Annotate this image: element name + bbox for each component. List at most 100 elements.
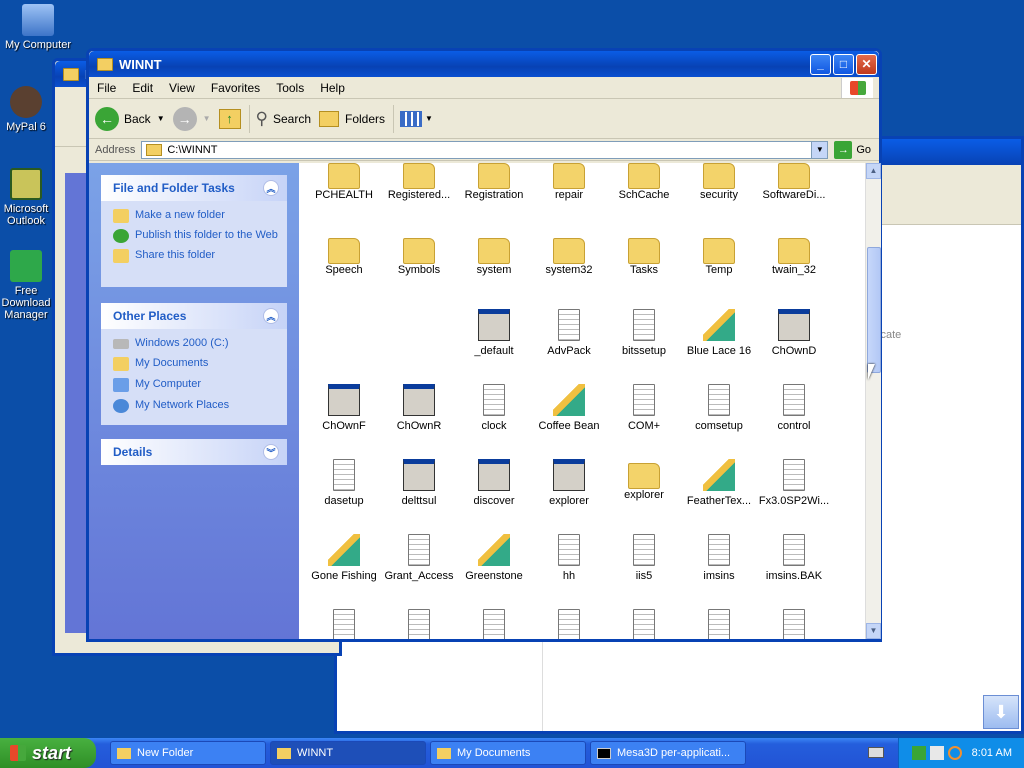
task-mesa3d[interactable]: Mesa3D per-applicati...	[590, 741, 746, 765]
desktop-icon-my-computer[interactable]: My Computer	[0, 4, 76, 51]
tray-app-icon[interactable]	[929, 746, 944, 760]
file-item[interactable]: comsetup	[677, 384, 761, 432]
file-item[interactable]: _default	[452, 309, 536, 357]
file-item[interactable]: FeatherTex...	[677, 459, 761, 507]
start-button[interactable]: start	[0, 738, 96, 768]
file-item[interactable]: Coffee Bean	[527, 384, 611, 432]
windows-2000-drive-link[interactable]: Windows 2000 (C:)	[113, 337, 287, 350]
folder-item[interactable]: system	[452, 234, 536, 276]
details-header[interactable]: Details ︾	[101, 439, 287, 465]
scroll-down-button[interactable]: ▼	[866, 623, 881, 639]
make-new-folder-link[interactable]: Make a new folder	[113, 209, 287, 223]
file-item[interactable]: ChOwnD	[752, 309, 836, 357]
other-places-header[interactable]: Other Places ︽	[101, 303, 287, 329]
address-input[interactable]: C:\WINNT ▼	[141, 140, 829, 159]
desktop-icon-fdm[interactable]: Free Download Manager	[0, 250, 52, 321]
minimize-button[interactable]: _	[810, 53, 831, 75]
scroll-thumb[interactable]	[867, 247, 881, 373]
close-button[interactable]: ✕	[856, 53, 877, 75]
folder-item[interactable]: system32	[527, 234, 611, 276]
file-item[interactable]: discover	[452, 459, 536, 507]
address-dropdown-button[interactable]: ▼	[811, 141, 828, 158]
menu-view[interactable]: View	[161, 81, 203, 95]
desktop-icon-outlook[interactable]: Microsoft Outlook	[0, 168, 52, 227]
scroll-up-button[interactable]: ▲	[866, 163, 881, 179]
file-item[interactable]	[302, 609, 386, 639]
folder-item[interactable]: Registered...	[377, 163, 461, 201]
file-item[interactable]: ChOwnR	[377, 384, 461, 432]
window-titlebar[interactable]: WINNT _ □ ✕	[89, 51, 879, 77]
folder-item[interactable]: Speech	[302, 234, 386, 276]
desktop-icon-mypal[interactable]: MyPal 6	[0, 86, 52, 133]
file-item[interactable]: Fx3.0SP2Wi...	[752, 459, 836, 507]
file-item[interactable]: Grant_Access	[377, 534, 461, 582]
file-item[interactable]: control	[752, 384, 836, 432]
folder-item[interactable]: twain_32	[752, 234, 836, 276]
collapse-icon[interactable]: ︽	[263, 308, 279, 324]
menu-tools[interactable]: Tools	[268, 81, 312, 95]
file-item[interactable]	[677, 609, 761, 639]
folder-item[interactable]: Tasks	[602, 234, 686, 276]
file-item[interactable]	[527, 609, 611, 639]
file-item[interactable]: clock	[452, 384, 536, 432]
my-network-places-link[interactable]: My Network Places	[113, 399, 287, 413]
file-item[interactable]: Blue Lace 16	[677, 309, 761, 357]
menu-favorites[interactable]: Favorites	[203, 81, 268, 95]
file-item[interactable]: bitssetup	[602, 309, 686, 357]
share-folder-link[interactable]: Share this folder	[113, 249, 287, 263]
forward-button[interactable]: → ▼	[172, 106, 211, 131]
file-item[interactable]	[452, 609, 536, 639]
file-item[interactable]: iis5	[602, 534, 686, 582]
task-new-folder[interactable]: New Folder	[110, 741, 266, 765]
file-item[interactable]: hh	[527, 534, 611, 582]
file-item[interactable]: Gone Fishing	[302, 534, 386, 582]
folder-item[interactable]: Registration	[452, 163, 536, 201]
vertical-scrollbar[interactable]: ▲ ▼	[865, 163, 881, 639]
views-button[interactable]: ▼	[400, 110, 433, 127]
my-computer-link[interactable]: My Computer	[113, 378, 287, 392]
file-item[interactable]: Greenstone	[452, 534, 536, 582]
file-item[interactable]: imsins	[677, 534, 761, 582]
up-folder-button[interactable]: ↑	[218, 108, 241, 129]
folder-item[interactable]: Symbols	[377, 234, 461, 276]
my-documents-link[interactable]: My Documents	[113, 357, 287, 371]
file-folder-tasks-header[interactable]: File and Folder Tasks ︽	[101, 175, 287, 201]
collapse-icon[interactable]: ︽	[263, 180, 279, 196]
publish-to-web-link[interactable]: Publish this folder to the Web	[113, 229, 287, 243]
folder-item[interactable]: explorer	[602, 459, 686, 501]
go-button[interactable]: → Go	[834, 140, 871, 159]
folder-item[interactable]: SoftwareDi...	[752, 163, 836, 201]
file-item[interactable]	[377, 609, 461, 639]
keyboard-icon[interactable]	[868, 747, 884, 758]
folder-item[interactable]: SchCache	[602, 163, 686, 201]
back-button[interactable]: ← Back ▼	[95, 106, 165, 131]
menu-help[interactable]: Help	[312, 81, 353, 95]
file-item[interactable]: explorer	[527, 459, 611, 507]
tray-app-icon[interactable]	[911, 746, 926, 760]
task-winnt[interactable]: WINNT	[270, 741, 426, 765]
folder-item[interactable]: Temp	[677, 234, 761, 276]
task-my-documents[interactable]: My Documents	[430, 741, 586, 765]
clock[interactable]: 8:01 AM	[972, 747, 1012, 759]
file-item[interactable]: imsins.BAK	[752, 534, 836, 582]
menu-file[interactable]: File	[89, 81, 124, 95]
tray-search-icon[interactable]	[947, 746, 962, 760]
file-item[interactable]: dasetup	[302, 459, 386, 507]
maximize-button[interactable]: □	[833, 53, 854, 75]
file-item[interactable]	[602, 609, 686, 639]
file-item[interactable]: ChOwnF	[302, 384, 386, 432]
file-item[interactable]: AdvPack	[527, 309, 611, 357]
search-button[interactable]: ⚲ Search	[256, 109, 311, 129]
scroll-down-button[interactable]: ⬇	[983, 695, 1019, 729]
expand-icon[interactable]: ︾	[263, 444, 279, 460]
file-item[interactable]: delttsul	[377, 459, 461, 507]
file-list-view[interactable]: PCHEALTH Registered... Registration repair S…	[299, 163, 865, 639]
explorer-window[interactable]: WINNT _ □ ✕ File Edit View Favorites Too…	[86, 48, 882, 642]
folder-item[interactable]: PCHEALTH	[302, 163, 386, 201]
folder-item[interactable]: security	[677, 163, 761, 201]
folder-item[interactable]: repair	[527, 163, 611, 201]
folders-button[interactable]: Folders	[319, 110, 385, 127]
file-item[interactable]	[752, 609, 836, 639]
menu-edit[interactable]: Edit	[124, 81, 161, 95]
file-item[interactable]: COM+	[602, 384, 686, 432]
